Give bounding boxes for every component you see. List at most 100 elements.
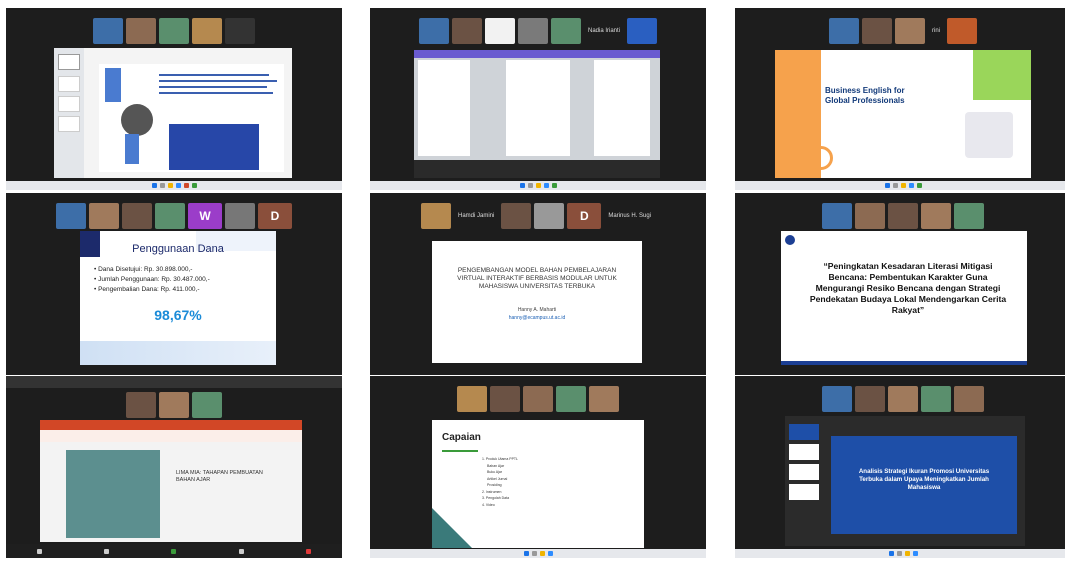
participant-video[interactable] bbox=[921, 386, 951, 412]
taskbar bbox=[735, 181, 1065, 190]
participant-video[interactable] bbox=[855, 203, 885, 229]
participant-initial-badge[interactable]: D bbox=[567, 203, 602, 229]
participant-video[interactable] bbox=[954, 203, 984, 229]
slide-title: Analisis Strategi Ikuran Promosi Univers… bbox=[858, 468, 990, 491]
participant-video[interactable] bbox=[534, 203, 565, 229]
search-icon[interactable] bbox=[527, 183, 533, 188]
meeting-tile-3[interactable]: rini Business English for Global Profess… bbox=[735, 8, 1065, 190]
windows-start-icon[interactable] bbox=[519, 183, 525, 188]
participant-video[interactable] bbox=[490, 386, 520, 412]
participant-video[interactable] bbox=[159, 392, 189, 418]
chrome-icon[interactable] bbox=[191, 183, 197, 188]
folder-icon[interactable] bbox=[900, 183, 906, 188]
participant-video[interactable] bbox=[627, 18, 658, 44]
participant-video[interactable] bbox=[822, 386, 852, 412]
participant-video[interactable] bbox=[921, 203, 951, 229]
shared-screen bbox=[414, 50, 660, 178]
participant-video[interactable] bbox=[855, 386, 885, 412]
slide-author: Hanny A. Maharti bbox=[517, 307, 557, 313]
video-icon[interactable] bbox=[104, 548, 110, 554]
chrome-icon[interactable] bbox=[916, 183, 922, 188]
meeting-tile-9[interactable]: Analisis Strategi Ikuran Promosi Univers… bbox=[735, 376, 1065, 558]
zoom-icon[interactable] bbox=[543, 183, 549, 188]
participant-video[interactable] bbox=[126, 392, 156, 418]
participant-video[interactable] bbox=[861, 18, 892, 44]
participant-video[interactable] bbox=[828, 18, 859, 44]
search-icon[interactable] bbox=[896, 551, 902, 556]
zoom-icon[interactable] bbox=[547, 551, 553, 556]
zoom-icon[interactable] bbox=[912, 551, 918, 556]
taskbar bbox=[370, 549, 706, 558]
participant-video[interactable] bbox=[888, 386, 918, 412]
participant-video[interactable] bbox=[155, 203, 185, 229]
participant-video[interactable] bbox=[451, 18, 482, 44]
participant-video[interactable] bbox=[894, 18, 925, 44]
participant-strip: rini bbox=[828, 18, 978, 44]
participant-strip bbox=[457, 386, 619, 412]
slide-thumbnail-pane[interactable] bbox=[789, 424, 819, 540]
participant-video[interactable] bbox=[888, 203, 918, 229]
list-item: • Jumlah Penggunaan: Rp. 30.487.000,- bbox=[94, 276, 210, 283]
leave-icon[interactable] bbox=[305, 548, 311, 554]
participant-video[interactable] bbox=[192, 18, 222, 44]
windows-start-icon[interactable] bbox=[151, 183, 157, 188]
participant-initial-badge[interactable]: W bbox=[188, 203, 222, 229]
participant-strip: W D bbox=[56, 203, 292, 229]
share-screen-icon[interactable] bbox=[171, 548, 177, 554]
participant-video[interactable] bbox=[122, 203, 152, 229]
search-icon[interactable] bbox=[159, 183, 165, 188]
participant-video[interactable] bbox=[126, 18, 156, 44]
folder-icon[interactable] bbox=[535, 183, 541, 188]
meeting-tile-7[interactable]: LIMA MIA: TAHAPAN PEMBUATAN BAHAN AJAR bbox=[6, 376, 342, 558]
participant-video[interactable] bbox=[418, 18, 449, 44]
zoom-icon[interactable] bbox=[908, 183, 914, 188]
shared-screen: Analisis Strategi Ikuran Promosi Univers… bbox=[785, 416, 1025, 546]
participant-video[interactable] bbox=[159, 18, 189, 44]
participant-name: Hamdi Jamini bbox=[457, 213, 495, 219]
meeting-tile-4[interactable]: W D Penggunaan Dana • Dana Disetujui: Rp… bbox=[6, 193, 342, 375]
participant-video[interactable] bbox=[589, 386, 619, 412]
participant-strip: Hamdi Jamini D Marinus H. Sugi bbox=[420, 203, 655, 229]
participant-video[interactable] bbox=[225, 203, 255, 229]
participant-video[interactable] bbox=[93, 18, 123, 44]
meeting-tile-1[interactable] bbox=[6, 8, 342, 190]
participant-video[interactable] bbox=[192, 392, 222, 418]
participant-video[interactable] bbox=[517, 18, 548, 44]
meeting-tile-5[interactable]: Hamdi Jamini D Marinus H. Sugi PENGEMBAN… bbox=[370, 193, 706, 375]
participant-video[interactable] bbox=[556, 386, 586, 412]
folder-icon[interactable] bbox=[539, 551, 545, 556]
meeting-tile-8[interactable]: Capaian 1. Produk Utama PPTL Bahan Ajar … bbox=[370, 376, 706, 558]
slide-thumbnail-pane[interactable] bbox=[54, 48, 84, 178]
participant-video[interactable] bbox=[420, 203, 451, 229]
powerpoint-icon[interactable] bbox=[183, 183, 189, 188]
percentage-value: 98,67% bbox=[154, 307, 202, 323]
windows-start-icon[interactable] bbox=[523, 551, 529, 556]
list-item: • Pengembalian Dana: Rp. 411.000,- bbox=[94, 286, 200, 293]
participant-video[interactable] bbox=[484, 18, 515, 44]
search-icon[interactable] bbox=[892, 183, 898, 188]
participant-video[interactable] bbox=[947, 18, 978, 44]
meeting-tile-6[interactable]: “Peningkatan Kesadaran Literasi Mitigasi… bbox=[735, 193, 1065, 375]
taskbar bbox=[735, 549, 1065, 558]
participant-video[interactable] bbox=[550, 18, 581, 44]
participant-video[interactable] bbox=[523, 386, 553, 412]
meeting-tile-2[interactable]: Nadia Irianti bbox=[370, 8, 706, 190]
participant-video[interactable] bbox=[954, 386, 984, 412]
mute-icon[interactable] bbox=[37, 548, 43, 554]
participant-video[interactable] bbox=[822, 203, 852, 229]
folder-icon[interactable] bbox=[904, 551, 910, 556]
windows-start-icon[interactable] bbox=[884, 183, 890, 188]
participant-video[interactable] bbox=[457, 386, 487, 412]
participant-video[interactable] bbox=[225, 18, 255, 44]
participants-icon[interactable] bbox=[238, 548, 244, 554]
participant-video[interactable] bbox=[89, 203, 119, 229]
folder-icon[interactable] bbox=[167, 183, 173, 188]
participant-initial-badge[interactable]: D bbox=[258, 203, 292, 229]
zoom-icon[interactable] bbox=[175, 183, 181, 188]
participant-video[interactable] bbox=[56, 203, 86, 229]
windows-start-icon[interactable] bbox=[888, 551, 894, 556]
search-icon[interactable] bbox=[531, 551, 537, 556]
chrome-icon[interactable] bbox=[551, 183, 557, 188]
list-item: • Dana Disetujui: Rp. 30.898.000,- bbox=[94, 266, 193, 273]
participant-video[interactable] bbox=[501, 203, 532, 229]
